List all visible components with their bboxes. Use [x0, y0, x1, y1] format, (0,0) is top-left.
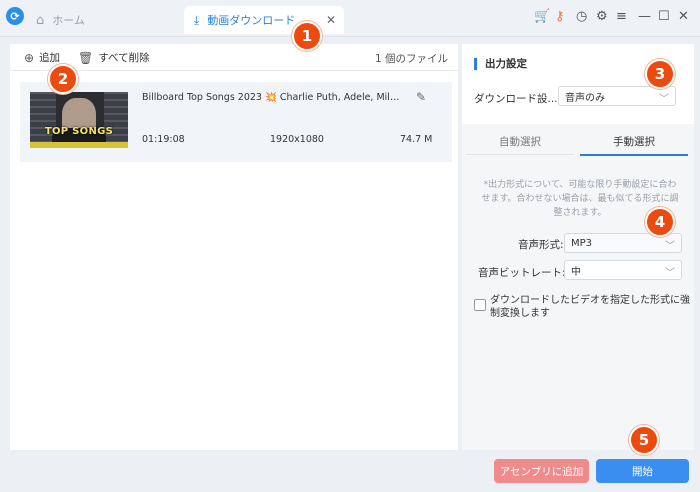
start-button[interactable]: 開始 — [596, 459, 689, 483]
delete-all-label: すべて削除 — [98, 52, 150, 64]
add-to-assembly-label: アセンブリに追加 — [499, 465, 584, 478]
video-resolution: 1920x1080 — [270, 134, 324, 145]
download-icon: ⤓ — [194, 12, 200, 27]
close-tab-icon[interactable]: ✕ — [326, 13, 336, 27]
home-icon: ⌂ — [36, 12, 45, 28]
close-window-icon[interactable]: ✕ — [678, 9, 689, 24]
add-button[interactable]: ⊕ 追加 — [24, 50, 60, 65]
menu-icon[interactable]: ≡ — [616, 9, 627, 24]
tab-home-label: ホーム — [52, 14, 85, 27]
output-settings-panel: 出力設定 ダウンロード設... 音声のみ ﹀ 自動選択 手動選択 *出力形式につ… — [462, 44, 694, 450]
tab-manual-select-label: 手動選択 — [613, 135, 655, 148]
history-icon[interactable]: ◷ — [576, 9, 587, 24]
start-button-label: 開始 — [632, 465, 653, 478]
minimize-icon[interactable]: — — [638, 9, 651, 24]
thumbnail-grid-right — [104, 92, 128, 148]
video-size: 74.7 M — [400, 134, 433, 145]
plus-circle-icon: ⊕ — [24, 50, 35, 65]
thumbnail-text: TOP SONGS — [44, 126, 114, 137]
video-duration: 01:19:08 — [142, 134, 185, 145]
download-setting-label: ダウンロード設... — [474, 93, 558, 105]
delete-all-button[interactable]: 🗑 すべて削除 — [78, 50, 150, 65]
settings-gear-icon[interactable]: ⚙ — [596, 9, 608, 24]
file-list-panel: ⊕ 追加 🗑 すべて削除 1 個のファイル TOP SONGS Billboar… — [10, 44, 458, 450]
video-title: Billboard Top Songs 2023 💥 Charlie Puth,… — [142, 92, 402, 103]
audio-bitrate-value: 中 — [571, 266, 581, 278]
tab-home[interactable]: ⌂ ホーム — [30, 6, 180, 34]
file-row[interactable]: TOP SONGS Billboard Top Songs 2023 💥 Cha… — [20, 82, 452, 162]
tab-video-download-label: 動画ダウンロード — [207, 14, 296, 27]
key-icon[interactable]: ⚷ — [555, 9, 565, 24]
tab-auto-select-label: 自動選択 — [499, 135, 541, 148]
maximize-icon[interactable]: ☐ — [658, 9, 670, 24]
tab-auto-select[interactable]: 自動選択 — [466, 128, 574, 155]
callout-badge-5: 5 — [629, 425, 659, 455]
download-setting-select[interactable]: 音声のみ ﹀ — [558, 86, 676, 106]
file-count: 1 個のファイル — [374, 53, 448, 65]
add-to-assembly-button[interactable]: アセンブリに追加 — [494, 459, 589, 483]
add-button-label: 追加 — [39, 52, 61, 64]
title-bar: ⟳ ⌂ ホーム ⤓ 動画ダウンロード ✕ 🛒 ⚷ ◷ ⚙ ≡ — ☐ ✕ — [0, 0, 700, 37]
audio-bitrate-label: 音声ビットレート: — [478, 267, 566, 279]
edit-icon[interactable]: ✎ — [416, 90, 426, 104]
callout-badge-2: 2 — [48, 64, 78, 94]
audio-format-value: MP3 — [571, 237, 593, 249]
force-convert-checkbox[interactable] — [474, 299, 486, 311]
force-convert-label: ダウンロードしたビデオを指定した形式に強制変換します — [490, 295, 690, 319]
audio-format-label: 音声形式: — [518, 239, 564, 251]
format-settings-area — [462, 124, 694, 450]
thumbnail-bar — [30, 142, 128, 148]
callout-badge-4: 4 — [645, 207, 675, 237]
file-toolbar: ⊕ 追加 🗑 すべて削除 1 個のファイル — [10, 44, 458, 71]
callout-badge-3: 3 — [645, 59, 675, 89]
video-thumbnail: TOP SONGS — [30, 92, 128, 148]
trash-icon: 🗑 — [78, 50, 94, 65]
audio-bitrate-select[interactable]: 中 ﹀ — [564, 260, 682, 280]
chevron-down-icon: ﹀ — [659, 94, 669, 105]
app-logo-icon: ⟳ — [6, 7, 24, 25]
tab-manual-select[interactable]: 手動選択 — [580, 128, 688, 156]
chevron-down-icon: ﹀ — [665, 241, 675, 252]
callout-badge-1: 1 — [292, 21, 322, 51]
chevron-down-icon: ﹀ — [665, 268, 675, 279]
cart-icon[interactable]: 🛒 — [534, 9, 550, 24]
download-setting-value: 音声のみ — [565, 92, 605, 104]
output-settings-title: 出力設定 — [474, 58, 527, 70]
